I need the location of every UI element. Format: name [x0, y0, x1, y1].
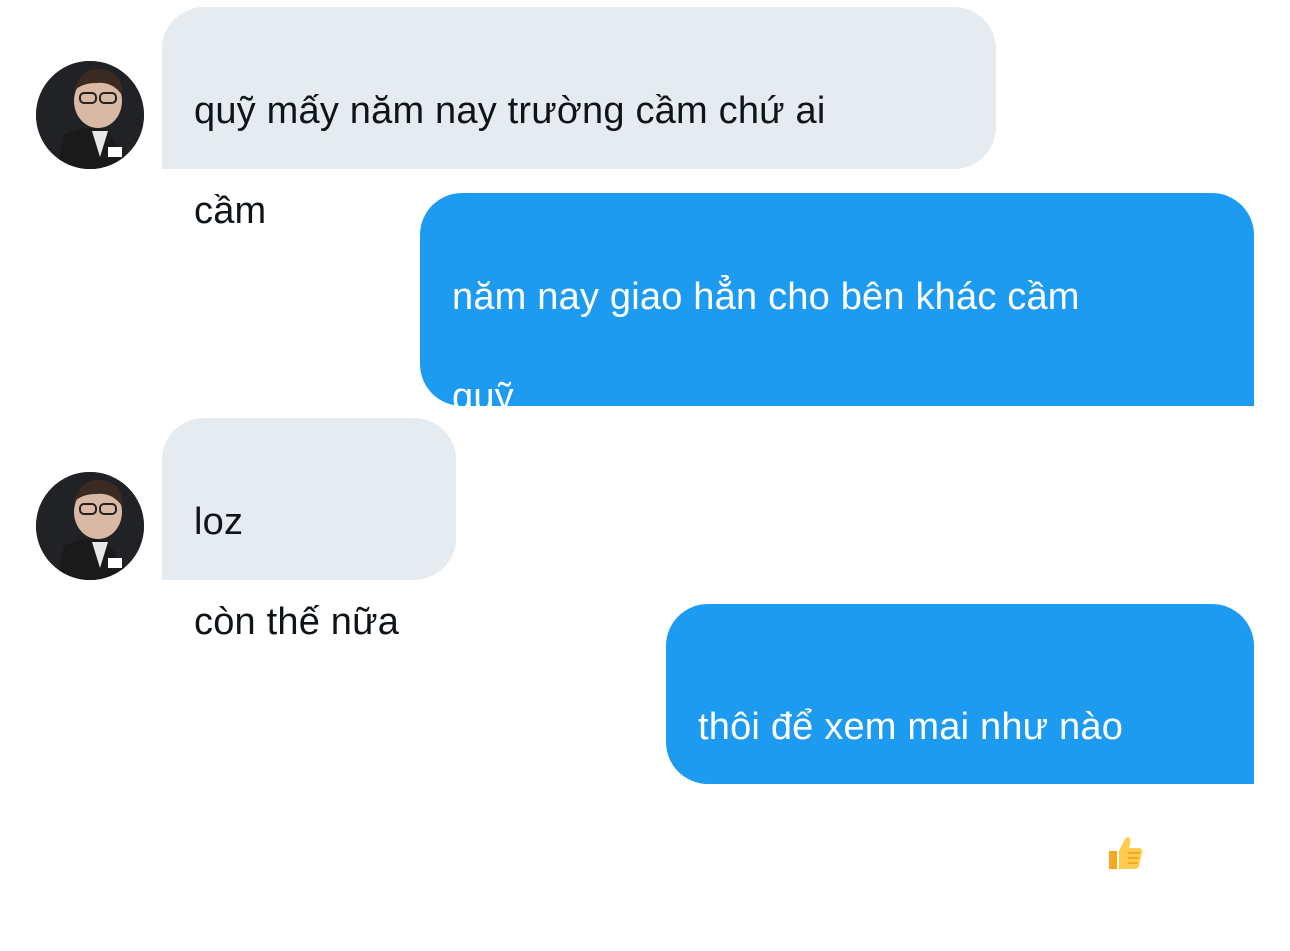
message-line: loz [194, 501, 244, 543]
incoming-message-bubble[interactable]: quỹ mấy năm nay trường cầm chứ ai cầm [162, 7, 996, 232]
message-text: đ cầm tiền thì sợ chó gì [698, 834, 1100, 876]
message-line: quỹ mấy năm nay trường cầm chứ ai [194, 90, 826, 132]
sender-avatar[interactable] [36, 61, 144, 169]
thumbs-up-icon [1109, 837, 1143, 869]
message-line: thôi để xem mai như nào [698, 706, 1124, 748]
message-line: đ cầm tiền thì sợ chó gì [698, 823, 1224, 887]
message-line: còn thế nữa [194, 601, 400, 643]
message-line: quỹ [452, 376, 514, 418]
incoming-message-bubble[interactable]: loz còn thế nữa [162, 418, 456, 643]
outgoing-message-bubble[interactable]: thôi để xem mai như nào đ cầm tiền thì s… [666, 604, 1254, 876]
message-line: trường ko cầm [452, 476, 704, 518]
avatar-image [36, 61, 144, 169]
sender-avatar[interactable] [36, 472, 144, 580]
message-line: năm nay giao hẳn cho bên khác cầm [452, 276, 1080, 318]
avatar-image [36, 472, 144, 580]
message-thread: quỹ mấy năm nay trường cầm chứ ai cầm nă… [0, 0, 1290, 876]
outgoing-message-bubble[interactable]: năm nay giao hẳn cho bên khác cầm quỹ tr… [420, 193, 1254, 518]
